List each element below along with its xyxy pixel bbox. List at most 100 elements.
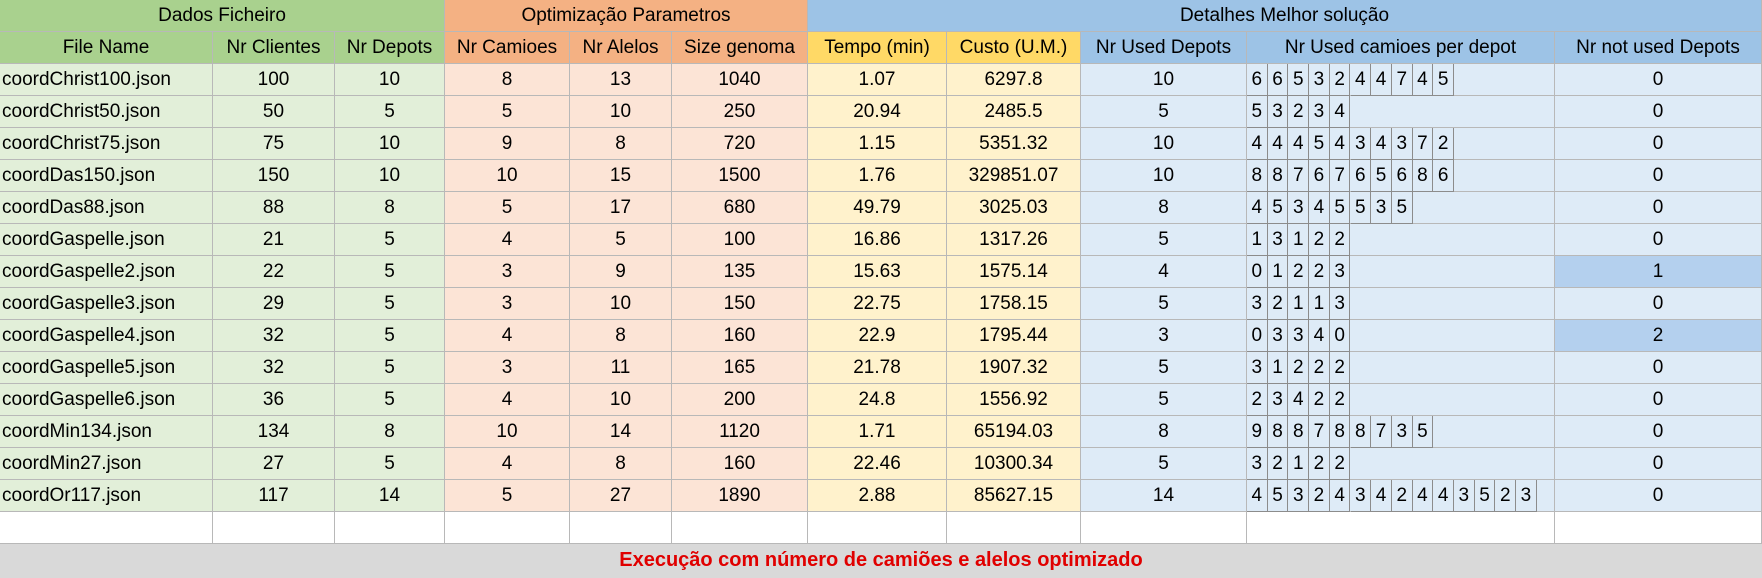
table-cell-used[interactable]: 8 <box>1081 416 1247 448</box>
truck-count[interactable]: 3 <box>1371 192 1392 224</box>
truck-count[interactable]: 3 <box>1288 320 1310 352</box>
table-cell-file[interactable]: coordDas150.json <box>0 160 213 192</box>
truck-count[interactable]: 3 <box>1350 480 1372 512</box>
column-header-tempo[interactable]: Tempo (min) <box>808 32 947 64</box>
table-cell-custo[interactable]: 1758.15 <box>947 288 1081 320</box>
table-cell-custo[interactable]: 1795.44 <box>947 320 1081 352</box>
table-cell-genoma[interactable]: 160 <box>672 448 808 480</box>
table-cell-tempo[interactable]: 22.9 <box>808 320 947 352</box>
table-cell-tempo[interactable]: 20.94 <box>808 96 947 128</box>
empty-cell[interactable] <box>0 512 213 544</box>
table-cell-camioes[interactable]: 10 <box>445 416 570 448</box>
column-header-size-genoma[interactable]: Size genoma <box>672 32 808 64</box>
table-cell-custo[interactable]: 65194.03 <box>947 416 1081 448</box>
truck-count[interactable]: 5 <box>1309 128 1330 160</box>
truck-count[interactable]: 5 <box>1412 416 1434 448</box>
table-cell-tempo[interactable]: 22.46 <box>808 448 947 480</box>
table-cell-clientes[interactable]: 50 <box>213 96 335 128</box>
table-cell-clientes[interactable]: 134 <box>213 416 335 448</box>
truck-count[interactable]: 2 <box>1329 448 1351 480</box>
table-cell-depots[interactable]: 5 <box>335 224 445 256</box>
truck-count[interactable]: 2 <box>1309 224 1330 256</box>
table-cell-clientes[interactable]: 100 <box>213 64 335 96</box>
table-cell-depots[interactable]: 5 <box>335 288 445 320</box>
table-cell-custo[interactable]: 2485.5 <box>947 96 1081 128</box>
truck-count[interactable]: 5 <box>1371 160 1392 192</box>
table-cell-alelos[interactable]: 8 <box>570 448 672 480</box>
truck-count[interactable]: 4 <box>1288 128 1310 160</box>
table-cell-notused[interactable]: 2 <box>1555 320 1762 352</box>
column-header-custo[interactable]: Custo (U.M.) <box>947 32 1081 64</box>
truck-count[interactable]: 3 <box>1309 96 1330 128</box>
truck-count[interactable]: 1 <box>1288 448 1310 480</box>
table-cell-custo[interactable]: 329851.07 <box>947 160 1081 192</box>
table-cell-tempo[interactable]: 1.76 <box>808 160 947 192</box>
truck-count[interactable]: 2 <box>1288 352 1310 384</box>
table-cell-used[interactable]: 5 <box>1081 96 1247 128</box>
table-cell-file[interactable]: coordGaspelle4.json <box>0 320 213 352</box>
table-cell-file[interactable]: coordGaspelle2.json <box>0 256 213 288</box>
table-cell-tempo[interactable]: 2.88 <box>808 480 947 512</box>
table-cell-custo[interactable]: 6297.8 <box>947 64 1081 96</box>
empty-cell[interactable] <box>1555 512 1762 544</box>
truck-count[interactable]: 3 <box>1329 288 1351 320</box>
table-cell-camioes[interactable]: 5 <box>445 96 570 128</box>
table-cell-notused[interactable]: 0 <box>1555 448 1762 480</box>
table-cell-camioes[interactable]: 3 <box>445 256 570 288</box>
table-cell-alelos[interactable]: 8 <box>570 320 672 352</box>
truck-count[interactable]: 7 <box>1288 160 1310 192</box>
truck-count[interactable]: 2 <box>1329 64 1351 96</box>
truck-count[interactable]: 3 <box>1309 64 1330 96</box>
table-cell-clientes[interactable]: 21 <box>213 224 335 256</box>
table-cell-clientes[interactable]: 32 <box>213 352 335 384</box>
truck-count[interactable]: 4 <box>1247 128 1268 160</box>
truck-count[interactable]: 3 <box>1267 384 1289 416</box>
empty-cell[interactable] <box>808 512 947 544</box>
truck-count[interactable]: 8 <box>1329 416 1351 448</box>
table-cell-tempo[interactable]: 15.63 <box>808 256 947 288</box>
table-cell-alelos[interactable]: 10 <box>570 288 672 320</box>
empty-cell[interactable] <box>1081 512 1247 544</box>
table-cell-file[interactable]: coordChrist50.json <box>0 96 213 128</box>
table-cell-genoma[interactable]: 150 <box>672 288 808 320</box>
truck-count[interactable]: 3 <box>1267 320 1289 352</box>
table-cell-used[interactable]: 5 <box>1081 352 1247 384</box>
table-cell-used[interactable]: 3 <box>1081 320 1247 352</box>
table-cell-used[interactable]: 5 <box>1081 288 1247 320</box>
truck-count[interactable]: 3 <box>1329 256 1351 288</box>
truck-count[interactable]: 3 <box>1267 96 1289 128</box>
truck-count[interactable]: 6 <box>1433 160 1454 192</box>
truck-count[interactable]: 2 <box>1329 384 1351 416</box>
truck-count[interactable]: 2 <box>1391 480 1413 512</box>
table-cell-genoma[interactable]: 135 <box>672 256 808 288</box>
table-cell-alelos[interactable]: 5 <box>570 224 672 256</box>
table-cell-genoma[interactable]: 100 <box>672 224 808 256</box>
truck-count[interactable]: 0 <box>1247 320 1268 352</box>
truck-count[interactable]: 8 <box>1267 416 1289 448</box>
table-cell-genoma[interactable]: 1890 <box>672 480 808 512</box>
column-header-file-name[interactable]: File Name <box>0 32 213 64</box>
truck-count[interactable]: 3 <box>1391 128 1413 160</box>
table-cell-alelos[interactable]: 14 <box>570 416 672 448</box>
table-cell-file[interactable]: coordChrist100.json <box>0 64 213 96</box>
table-cell-file[interactable]: coordGaspelle3.json <box>0 288 213 320</box>
table-cell-custo[interactable]: 5351.32 <box>947 128 1081 160</box>
table-cell-file[interactable]: coordOr117.json <box>0 480 213 512</box>
truck-count[interactable]: 1 <box>1267 256 1289 288</box>
truck-count[interactable]: 4 <box>1371 64 1392 96</box>
truck-count[interactable]: 2 <box>1309 480 1330 512</box>
truck-count[interactable]: 4 <box>1329 96 1351 128</box>
truck-count[interactable]: 7 <box>1412 128 1434 160</box>
table-cell-alelos[interactable]: 9 <box>570 256 672 288</box>
table-cell-camioes[interactable]: 9 <box>445 128 570 160</box>
table-cell-depots[interactable]: 8 <box>335 416 445 448</box>
column-header-nr-camioes[interactable]: Nr Camioes <box>445 32 570 64</box>
truck-count[interactable]: 8 <box>1350 416 1372 448</box>
column-header-nr-used-depots[interactable]: Nr Used Depots <box>1081 32 1247 64</box>
table-cell-used[interactable]: 10 <box>1081 128 1247 160</box>
empty-cell[interactable] <box>335 512 445 544</box>
table-cell-notused[interactable]: 0 <box>1555 128 1762 160</box>
truck-count[interactable]: 3 <box>1247 288 1268 320</box>
truck-count[interactable]: 3 <box>1350 128 1372 160</box>
table-cell-depots[interactable]: 10 <box>335 160 445 192</box>
